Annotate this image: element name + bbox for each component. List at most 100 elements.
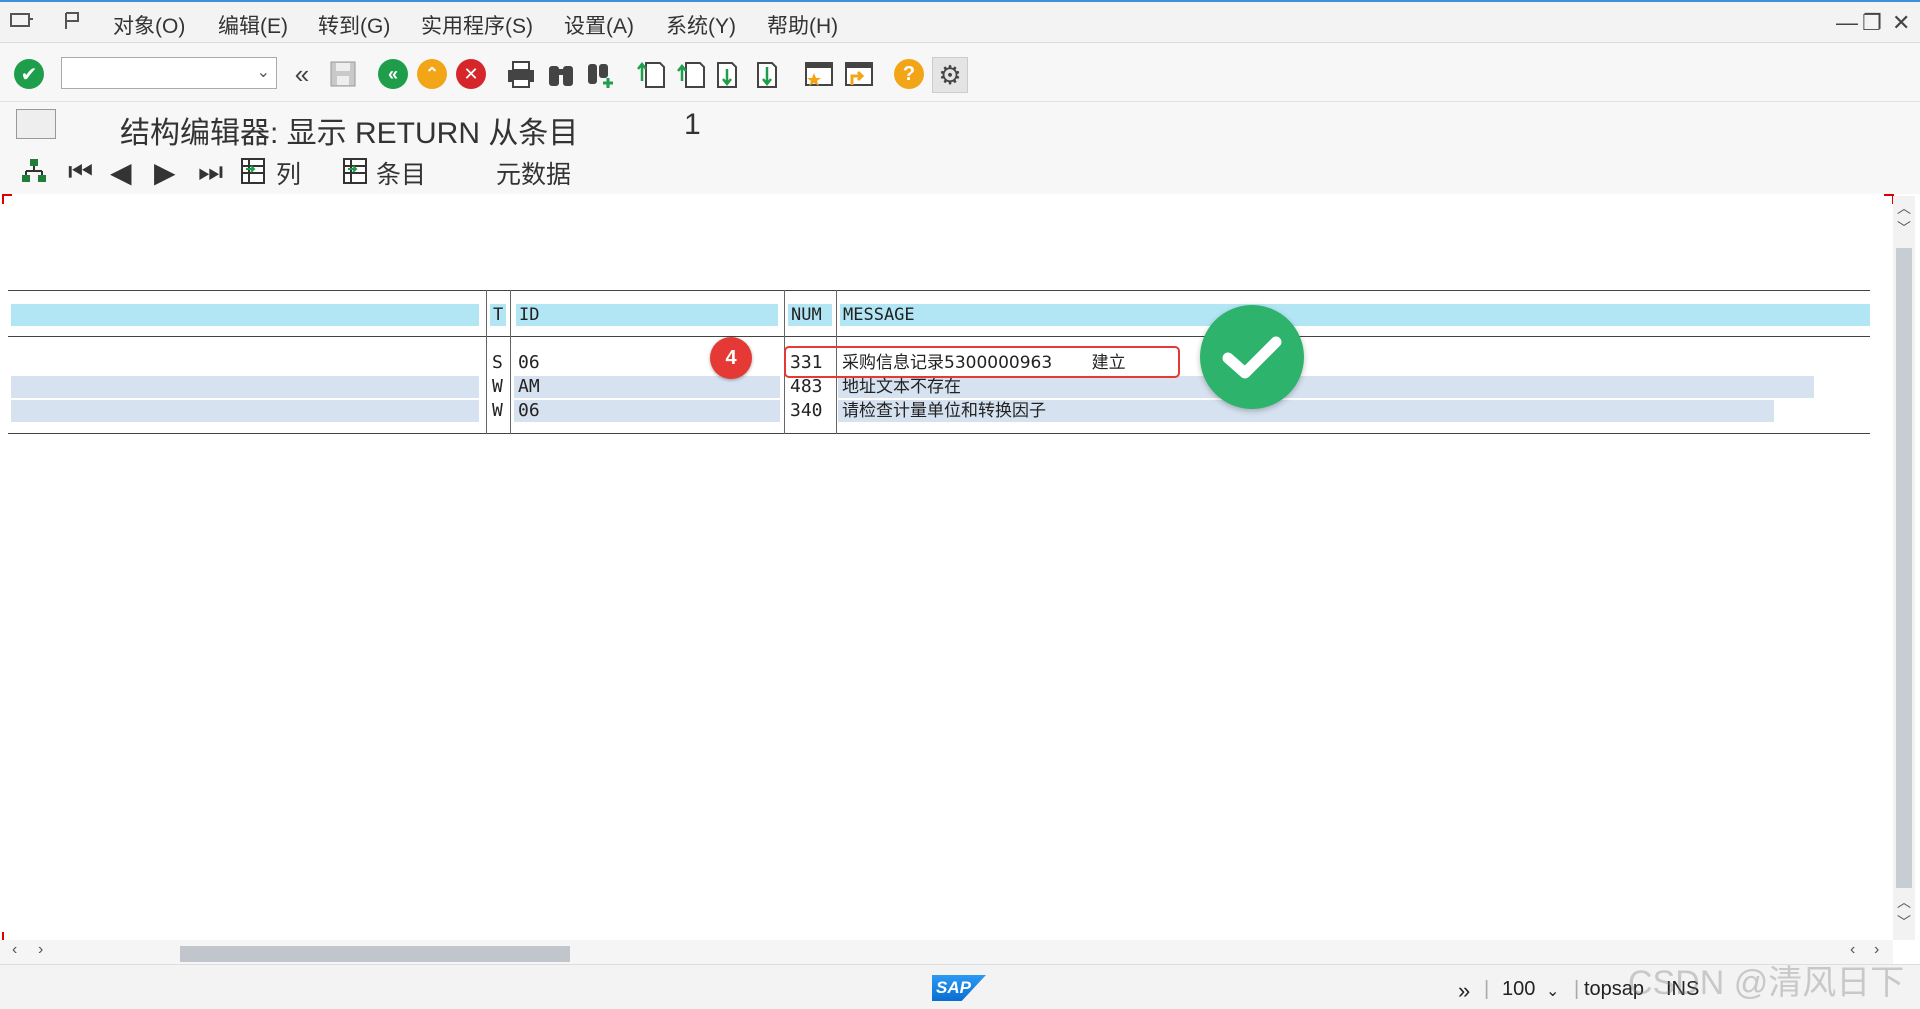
header-t[interactable]: T bbox=[490, 304, 506, 326]
customize-icon: ⚙ bbox=[938, 59, 962, 90]
metadata-button[interactable]: 元数据 bbox=[496, 155, 571, 191]
new-session-icon bbox=[805, 62, 833, 86]
status-separator: | bbox=[1484, 978, 1490, 1000]
scroll-up-icon[interactable]: ︿ bbox=[1897, 198, 1911, 218]
cell-message[interactable]: 地址文本不存在 bbox=[838, 376, 1814, 398]
back-button[interactable]: « bbox=[376, 57, 410, 91]
success-check-icon bbox=[1200, 305, 1304, 409]
chevron-down-icon[interactable]: ⌄ bbox=[1546, 981, 1559, 1001]
shortcut-icon bbox=[845, 62, 873, 86]
next-page-button[interactable] bbox=[714, 57, 748, 91]
vertical-scroll-thumb[interactable] bbox=[1896, 248, 1912, 888]
menu-bar: 对象(O) 编辑(E) 转到(G) 实用程序(S) 设置(A) 系统(Y) 帮助… bbox=[0, 2, 1920, 43]
previous-entry-icon[interactable]: ◀ bbox=[110, 156, 132, 189]
first-page-button[interactable] bbox=[634, 57, 668, 91]
chevron-down-icon[interactable]: ⌄ bbox=[257, 62, 270, 82]
table-row[interactable] bbox=[11, 400, 479, 422]
entry-number: 1 bbox=[684, 108, 701, 141]
prev-page-icon bbox=[677, 62, 705, 88]
scroll-up-icon[interactable]: ︿ bbox=[1897, 892, 1911, 912]
step-marker: 4 bbox=[710, 337, 752, 379]
sap-logo: SAP bbox=[932, 975, 986, 1001]
back-icon: « bbox=[378, 59, 408, 89]
hierarchy-icon[interactable] bbox=[20, 157, 48, 185]
page-title: 结构编辑器: 显示 RETURN 从条目 bbox=[120, 117, 579, 150]
restore-icon[interactable]: ❐ bbox=[1862, 10, 1882, 36]
watermark: CSDN @清风日下 bbox=[1628, 964, 1905, 1002]
screen-menu-icon[interactable] bbox=[16, 109, 56, 139]
column-divider bbox=[486, 290, 487, 434]
highlight-box bbox=[784, 346, 1180, 378]
header-id[interactable]: ID bbox=[516, 304, 778, 326]
expand-status-icon[interactable]: » bbox=[1458, 978, 1470, 1004]
command-field[interactable]: ⌄ bbox=[61, 57, 277, 89]
last-page-button[interactable] bbox=[754, 57, 788, 91]
zoom-value[interactable]: 100 bbox=[1502, 978, 1535, 1001]
cell-num[interactable]: 340 bbox=[786, 400, 834, 422]
first-entry-icon[interactable]: ⏮ bbox=[68, 156, 93, 189]
menu-edit[interactable]: 编辑(E) bbox=[218, 10, 288, 40]
cancel-button[interactable]: ✕ bbox=[454, 57, 488, 91]
header-message[interactable]: MESSAGE bbox=[840, 304, 1870, 326]
cell-t[interactable]: S bbox=[488, 352, 508, 374]
next-entry-icon[interactable]: ▶ bbox=[154, 156, 176, 189]
application-toolbar: ⏮ ◀ ▶ ⏭ 列 条目 元数据 bbox=[0, 148, 1920, 194]
cell-id[interactable]: AM bbox=[514, 376, 780, 398]
new-session-button[interactable] bbox=[802, 57, 836, 91]
horizontal-scroll-thumb[interactable] bbox=[180, 946, 570, 962]
menu-goto[interactable]: 转到(G) bbox=[318, 10, 390, 40]
menu-object[interactable]: 对象(O) bbox=[113, 10, 185, 40]
cell-id[interactable]: 06 bbox=[514, 400, 780, 422]
minimize-icon[interactable]: — bbox=[1836, 10, 1858, 36]
back-double-icon: « bbox=[294, 59, 310, 89]
header-num[interactable]: NUM bbox=[788, 304, 832, 326]
find-button[interactable] bbox=[544, 57, 578, 91]
print-icon bbox=[508, 61, 534, 88]
scroll-down-icon[interactable]: ﹀ bbox=[1897, 912, 1911, 932]
menu-help[interactable]: 帮助(H) bbox=[767, 10, 838, 40]
menu-icon[interactable] bbox=[10, 11, 34, 31]
vertical-scrollbar[interactable]: ︿ ﹀ ︿ ﹀ bbox=[1893, 196, 1915, 940]
entries-button[interactable]: 条目 bbox=[376, 155, 426, 191]
frame-corner bbox=[2, 194, 12, 204]
standard-toolbar: ✔ ⌄ « « ⌃ ✕ ? ⚙ bbox=[0, 43, 1920, 102]
entries-icon[interactable] bbox=[342, 157, 368, 185]
status-separator: | bbox=[1574, 978, 1580, 1000]
find-icon bbox=[549, 66, 573, 86]
last-entry-icon[interactable]: ⏭ bbox=[198, 156, 223, 189]
menu-system[interactable]: 系统(Y) bbox=[666, 10, 736, 40]
prev-page-button[interactable] bbox=[674, 57, 708, 91]
columns-icon[interactable] bbox=[240, 157, 266, 185]
cell-num[interactable]: 483 bbox=[786, 376, 834, 398]
exit-button[interactable]: ⌃ bbox=[415, 57, 449, 91]
scroll-left-icon[interactable]: ‹ bbox=[12, 941, 17, 959]
table-bottom-rule bbox=[8, 433, 1870, 434]
table-top-rule bbox=[8, 290, 1870, 291]
cell-t[interactable]: W bbox=[488, 376, 508, 398]
cancel-icon: ✕ bbox=[456, 59, 486, 89]
cell-message[interactable]: 请检查计量单位和转换因子 bbox=[838, 400, 1774, 422]
table-row[interactable] bbox=[11, 352, 479, 374]
find-next-button[interactable] bbox=[584, 57, 618, 91]
close-icon[interactable]: ✕ bbox=[1892, 10, 1910, 36]
scroll-right-icon[interactable]: › bbox=[38, 941, 43, 959]
scroll-down-icon[interactable]: ﹀ bbox=[1897, 218, 1911, 238]
menu-settings[interactable]: 设置(A) bbox=[564, 10, 634, 40]
save-button[interactable] bbox=[326, 57, 360, 91]
print-button[interactable] bbox=[504, 57, 538, 91]
layout-icon[interactable] bbox=[62, 11, 86, 31]
enter-button[interactable]: ✔ bbox=[12, 57, 46, 91]
menu-utilities[interactable]: 实用程序(S) bbox=[421, 10, 533, 40]
cell-t[interactable]: W bbox=[488, 400, 508, 422]
shortcut-button[interactable] bbox=[842, 57, 876, 91]
enter-icon: ✔ bbox=[14, 59, 44, 89]
columns-button[interactable]: 列 bbox=[276, 155, 301, 191]
back-double-button[interactable]: « bbox=[285, 57, 319, 91]
find-next-icon bbox=[588, 64, 613, 88]
title-bar: 结构编辑器: 显示 RETURN 从条目 1 bbox=[0, 102, 1920, 150]
table-row[interactable] bbox=[11, 376, 479, 398]
help-button[interactable]: ? bbox=[892, 57, 926, 91]
customize-button[interactable]: ⚙ bbox=[932, 57, 968, 93]
horizontal-scrollbar[interactable]: ‹ › ‹ › bbox=[0, 940, 1893, 964]
first-page-icon bbox=[637, 61, 665, 88]
